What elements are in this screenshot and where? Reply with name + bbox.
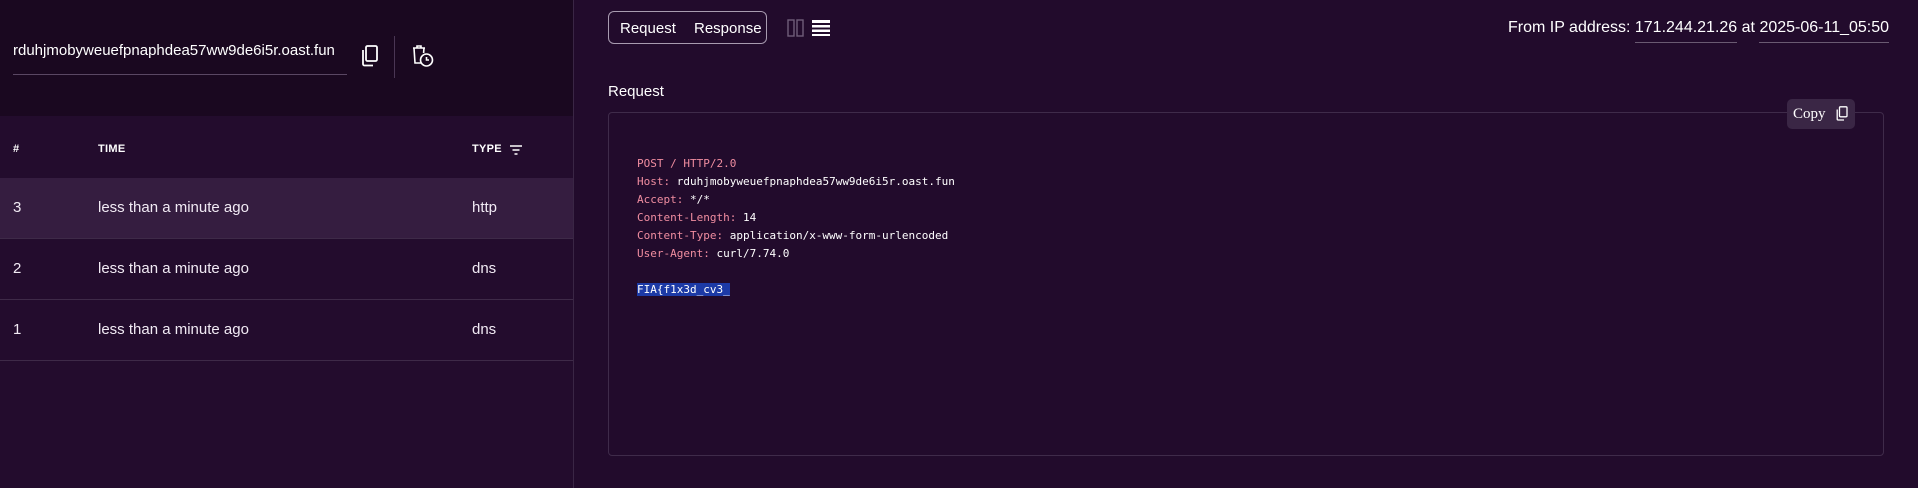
row-time: less than a minute ago — [98, 321, 249, 338]
source-info: From IP address: 171.244.21.26 at 2025-0… — [1508, 19, 1890, 43]
header-key: Content-Length: — [637, 211, 737, 224]
table-header: # TIME TYPE — [0, 136, 573, 176]
copy-button-label: Copy — [1793, 106, 1826, 122]
request-panel: Copy POST / HTTP/2.0 Host: rduhjmobyweue… — [608, 99, 1884, 456]
copy-button[interactable]: Copy — [1787, 99, 1855, 129]
row-time: less than a minute ago — [98, 199, 249, 216]
at-label: at — [1741, 19, 1755, 36]
table-row[interactable]: 1 less than a minute ago dns — [0, 300, 573, 361]
header-value: */* — [689, 193, 710, 206]
ip-address: 171.244.21.26 — [1634, 19, 1738, 43]
header-value: curl/7.74.0 — [716, 247, 790, 260]
table-row[interactable]: 3 less than a minute ago http — [0, 178, 573, 239]
stacked-view-icon[interactable] — [812, 20, 830, 41]
url-underline — [13, 74, 347, 75]
from-ip-label: From IP address: — [1508, 19, 1631, 36]
tab-response[interactable]: Response — [694, 20, 762, 37]
copy-icon — [1836, 106, 1848, 126]
request-response-toggle: Request Response — [608, 11, 767, 44]
request-line: POST / HTTP/2.0 — [637, 157, 737, 170]
selected-body-text[interactable]: FIA{f1x3d_cv3_ — [637, 283, 730, 296]
column-type[interactable]: TYPE — [472, 143, 502, 155]
timestamp: 2025-06-11_05:50 — [1759, 19, 1890, 43]
section-title: Request — [608, 83, 664, 100]
header-key: Accept: — [637, 193, 684, 206]
header-key: Host: — [637, 175, 671, 188]
url-bar: rduhjmobyweuefpnaphdea57ww9de6i5r.oast.f… — [0, 0, 573, 116]
payload-url[interactable]: rduhjmobyweuefpnaphdea57ww9de6i5r.oast.f… — [13, 42, 335, 59]
row-number: 2 — [13, 260, 22, 277]
row-type: dns — [472, 321, 497, 338]
split-view-icon[interactable] — [787, 19, 805, 42]
row-type: http — [472, 199, 498, 216]
table-row[interactable]: 2 less than a minute ago dns — [0, 239, 573, 300]
interaction-detail: Request Response From IP address: 171.24… — [574, 0, 1918, 488]
request-body[interactable]: POST / HTTP/2.0 Host: rduhjmobyweuefpnap… — [637, 155, 955, 299]
row-number: 1 — [13, 321, 22, 338]
header-value: 14 — [742, 211, 757, 224]
row-time: less than a minute ago — [98, 260, 249, 277]
filter-icon[interactable] — [509, 143, 523, 161]
interactions-sidebar: rduhjmobyweuefpnaphdea57ww9de6i5r.oast.f… — [0, 0, 574, 488]
header-key: Content-Type: — [637, 229, 724, 242]
row-number: 3 — [13, 199, 22, 216]
header-value: rduhjmobyweuefpnaphdea57ww9de6i5r.oast.f… — [676, 175, 955, 188]
vertical-divider — [394, 36, 395, 78]
header-value: application/x-www-form-urlencoded — [729, 229, 949, 242]
column-time: TIME — [98, 143, 126, 155]
column-number: # — [13, 143, 20, 155]
clear-history-icon[interactable] — [410, 44, 434, 73]
copy-icon[interactable] — [361, 45, 379, 72]
tab-request[interactable]: Request — [620, 20, 676, 37]
row-type: dns — [472, 260, 497, 277]
header-key: User-Agent: — [637, 247, 710, 260]
